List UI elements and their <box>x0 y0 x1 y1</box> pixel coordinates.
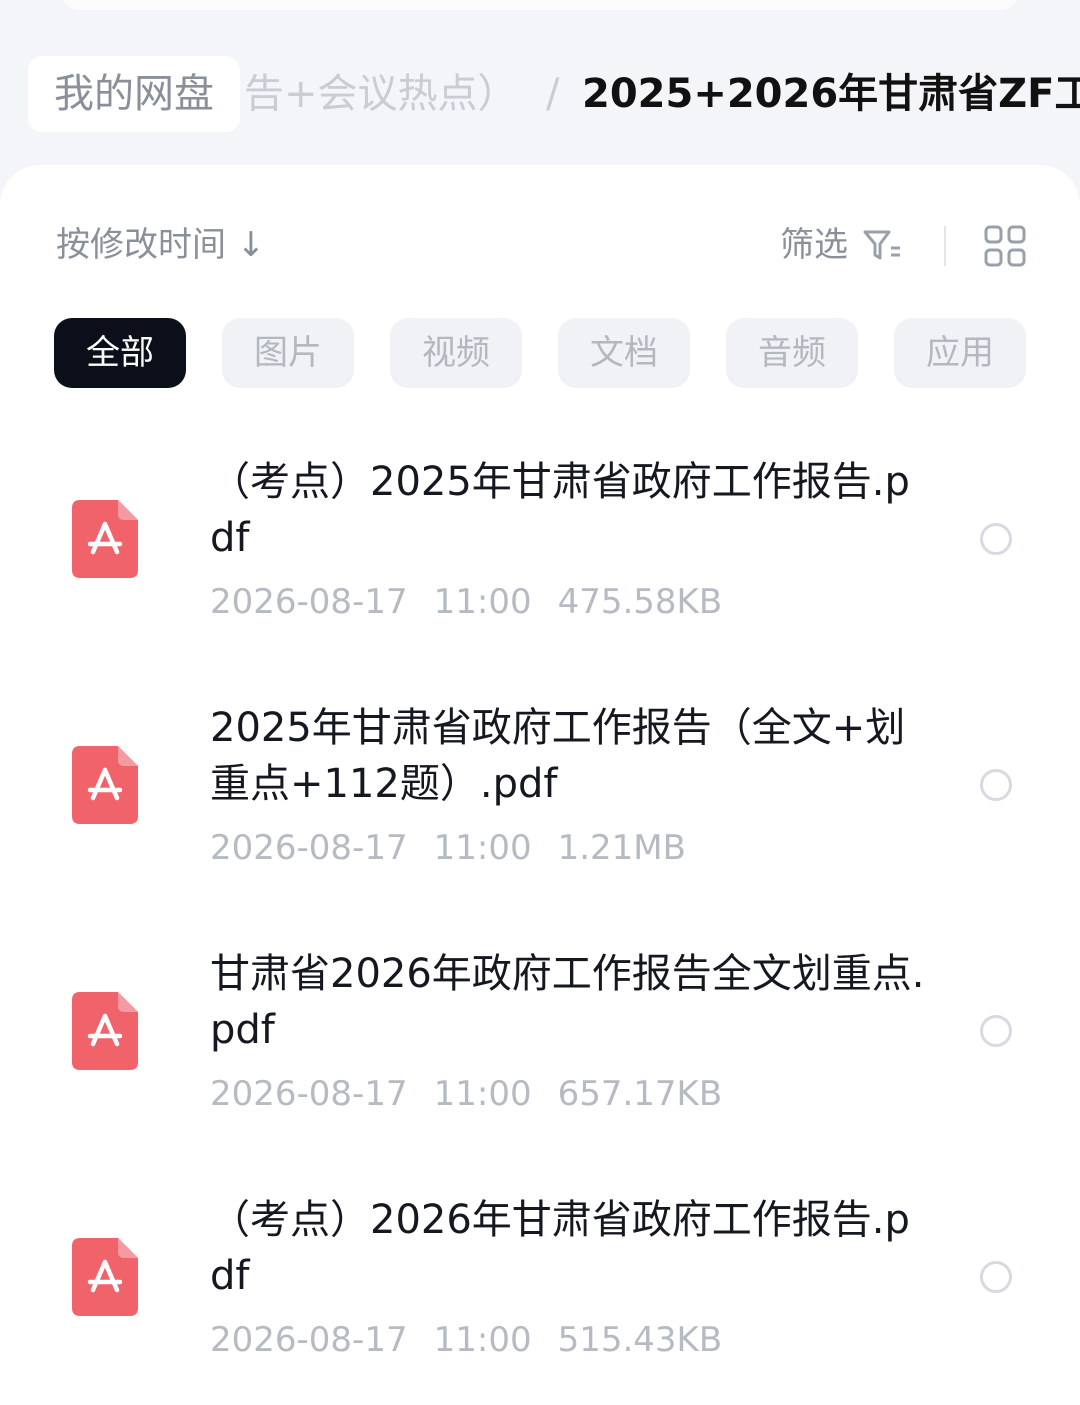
pdf-icon <box>72 992 138 1070</box>
file-size: 657.17KB <box>557 1074 723 1114</box>
breadcrumb-current-folder: 2025+2026年甘肃省ZF工 <box>582 71 1080 117</box>
grid-view-icon[interactable] <box>984 225 1026 267</box>
tab-images[interactable]: 图片 <box>222 318 354 388</box>
list-item[interactable]: （考点）2025年甘肃省政府工作报告.pdf 2026-08-17 11:00 47… <box>0 440 1080 660</box>
top-search-bar-remnant <box>60 0 1020 10</box>
breadcrumb-root[interactable]: 我的网盘 <box>28 56 240 132</box>
pdf-icon <box>72 500 138 578</box>
select-checkbox[interactable] <box>980 523 1012 555</box>
file-date: 2026-08-17 <box>210 828 408 868</box>
tab-apps[interactable]: 应用 <box>894 318 1026 388</box>
category-tabs: 全部 图片 视频 文档 音频 应用 <box>0 318 1080 390</box>
file-meta: 2026-08-17 11:00 1.21MB <box>210 826 712 870</box>
select-checkbox[interactable] <box>980 1261 1012 1293</box>
list-item[interactable]: 2025年甘肃省政府工作报告（全文+划重点+112题）.pdf 2026-08-… <box>0 686 1080 906</box>
breadcrumb-parent-folder[interactable]: 告+会议热点） <box>244 56 518 132</box>
file-name: （考点）2025年甘肃省政府工作报告.pdf <box>210 459 910 561</box>
breadcrumb: 我的网盘 告+会议热点） / 2025+2026年甘肃省ZF工 <box>0 56 1080 132</box>
sort-by-modified-time[interactable]: 按修改时间 ↓ <box>56 222 265 268</box>
file-size: 475.58KB <box>557 582 723 622</box>
filter-button-label[interactable]: 筛选 <box>780 222 848 268</box>
file-size: 1.21MB <box>557 828 686 868</box>
list-item[interactable]: （考点）2026年甘肃省政府工作报告.pdf 2026-08-17 11:00 51… <box>0 1178 1080 1398</box>
file-time: 11:00 <box>433 1320 532 1360</box>
toolbar-divider <box>944 226 946 266</box>
file-name: 甘肃省2026年政府工作报告全文划重点.pdf <box>210 951 925 1053</box>
file-size: 515.43KB <box>557 1320 723 1360</box>
file-name: （考点）2026年甘肃省政府工作报告.pdf <box>210 1197 910 1299</box>
file-time: 11:00 <box>433 828 532 868</box>
breadcrumb-separator: / <box>546 71 560 117</box>
tab-videos[interactable]: 视频 <box>390 318 522 388</box>
file-meta: 2026-08-17 11:00 657.17KB <box>210 1072 748 1116</box>
file-date: 2026-08-17 <box>210 1074 408 1114</box>
select-checkbox[interactable] <box>980 769 1012 801</box>
tab-documents[interactable]: 文档 <box>558 318 690 388</box>
select-checkbox[interactable] <box>980 1015 1012 1047</box>
file-time: 11:00 <box>433 1074 532 1114</box>
tab-all[interactable]: 全部 <box>54 318 186 388</box>
filter-icon[interactable] <box>862 228 902 264</box>
file-date: 2026-08-17 <box>210 582 408 622</box>
tab-audio[interactable]: 音频 <box>726 318 858 388</box>
file-name: 2025年甘肃省政府工作报告（全文+划重点+112题）.pdf <box>210 705 906 807</box>
file-time: 11:00 <box>433 582 532 622</box>
list-item[interactable]: 甘肃省2026年政府工作报告全文划重点.pdf 2026-08-17 11:00 6… <box>0 932 1080 1152</box>
pdf-icon <box>72 746 138 824</box>
pdf-icon <box>72 1238 138 1316</box>
file-date: 2026-08-17 <box>210 1320 408 1360</box>
file-meta: 2026-08-17 11:00 475.58KB <box>210 580 748 624</box>
file-meta: 2026-08-17 11:00 515.43KB <box>210 1318 748 1362</box>
